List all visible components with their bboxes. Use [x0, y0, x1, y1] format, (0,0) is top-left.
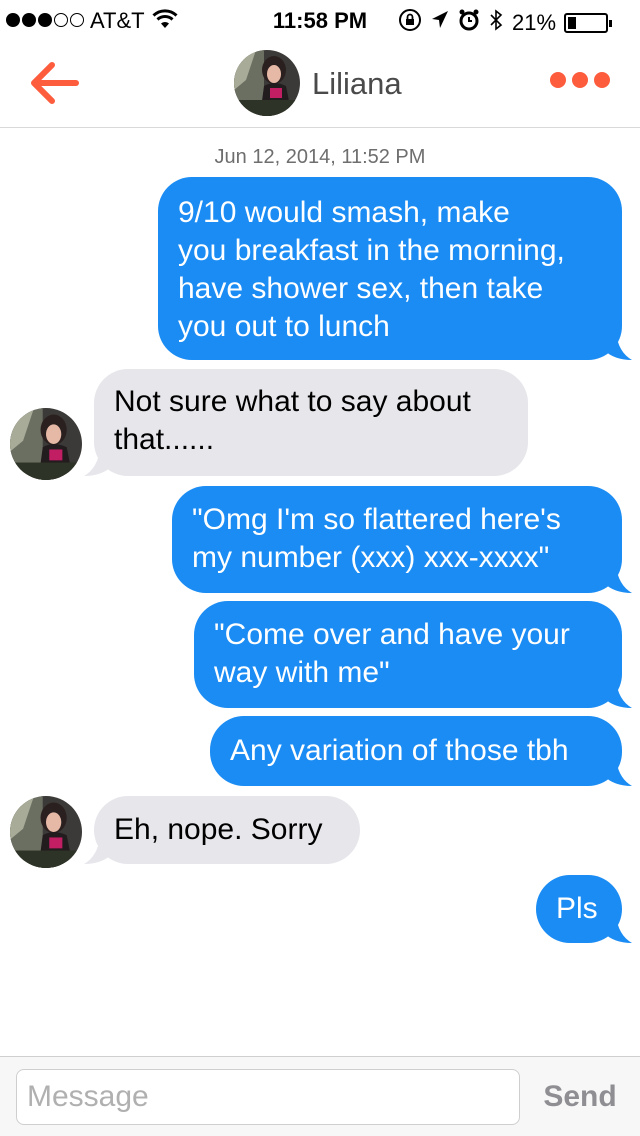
more-options-icon — [594, 72, 610, 88]
contact-avatar-small[interactable] — [10, 408, 82, 480]
orientation-lock-icon — [398, 8, 422, 38]
battery-nub — [609, 20, 613, 27]
contact-avatar[interactable] — [234, 50, 300, 116]
outgoing-message-bubble[interactable]: "Come over and have your way with me" — [194, 601, 632, 708]
back-arrow-icon — [31, 62, 79, 104]
outgoing-message-bubble[interactable]: "Omg I'm so flattered here's my number (… — [172, 486, 632, 593]
message-line: Any variation of those tbh — [230, 734, 569, 767]
message-line: way with me" — [214, 656, 390, 689]
message-line: my number (xxx) xxx-xxxx" — [192, 541, 550, 574]
message-line: you breakfast in the morning, — [178, 234, 565, 267]
message-line: "Come over and have your — [214, 618, 570, 651]
status-bar: AT&T 11:58 PM 21% — [0, 0, 640, 40]
profile-photo — [10, 796, 82, 868]
bubble-tail — [84, 448, 112, 476]
more-options-icon — [572, 72, 588, 88]
message-input[interactable] — [16, 1069, 520, 1125]
incoming-message-bubble[interactable]: Not sure what to say about that...... — [84, 369, 528, 476]
profile-photo — [10, 408, 82, 480]
message-line: that...... — [114, 423, 215, 456]
more-options-button[interactable] — [550, 72, 610, 88]
bubble-tail — [84, 836, 112, 864]
message-line: Pls — [556, 892, 598, 925]
bubble-tail — [604, 332, 632, 360]
more-options-icon — [550, 72, 566, 88]
bubble-tail — [604, 680, 632, 708]
message-line: Not sure what to say about — [114, 385, 471, 418]
send-button[interactable]: Send — [538, 1075, 622, 1119]
bubble-tail — [604, 758, 632, 786]
conversation-header: Liliana — [0, 40, 640, 128]
contact-name[interactable]: Liliana — [312, 66, 402, 102]
battery-percentage: 21% — [512, 10, 557, 35]
conversation-timestamp: Jun 12, 2014, 11:52 PM — [214, 146, 426, 168]
bluetooth-icon — [488, 8, 504, 38]
outgoing-message-bubble[interactable]: Pls — [536, 875, 632, 943]
message-line: 9/10 would smash, make — [178, 196, 510, 229]
message-line: you out to lunch — [178, 310, 390, 343]
bubble-tail — [604, 565, 632, 593]
message-composer: Send — [0, 1056, 640, 1136]
incoming-message-bubble[interactable]: Eh, nope. Sorry — [84, 796, 360, 864]
status-indicators: 21% — [398, 8, 613, 38]
outgoing-message-bubble[interactable]: 9/10 would smash, make you breakfast in … — [158, 177, 632, 360]
outgoing-message-bubble[interactable]: Any variation of those tbh — [210, 716, 632, 786]
bubble-tail — [604, 915, 632, 943]
alarm-icon — [458, 8, 480, 38]
message-line: have shower sex, then take — [178, 272, 544, 305]
chat-screen: AT&T 11:58 PM 21% Liliana Jun 12, 2014, … — [0, 0, 640, 1136]
back-button[interactable] — [28, 60, 82, 106]
location-icon — [430, 9, 450, 37]
profile-photo — [234, 50, 300, 116]
message-line: "Omg I'm so flattered here's — [192, 503, 561, 536]
battery-icon — [564, 13, 613, 33]
battery-level — [568, 17, 577, 29]
contact-avatar-small[interactable] — [10, 796, 82, 868]
message-line: Eh, nope. Sorry — [114, 813, 323, 846]
